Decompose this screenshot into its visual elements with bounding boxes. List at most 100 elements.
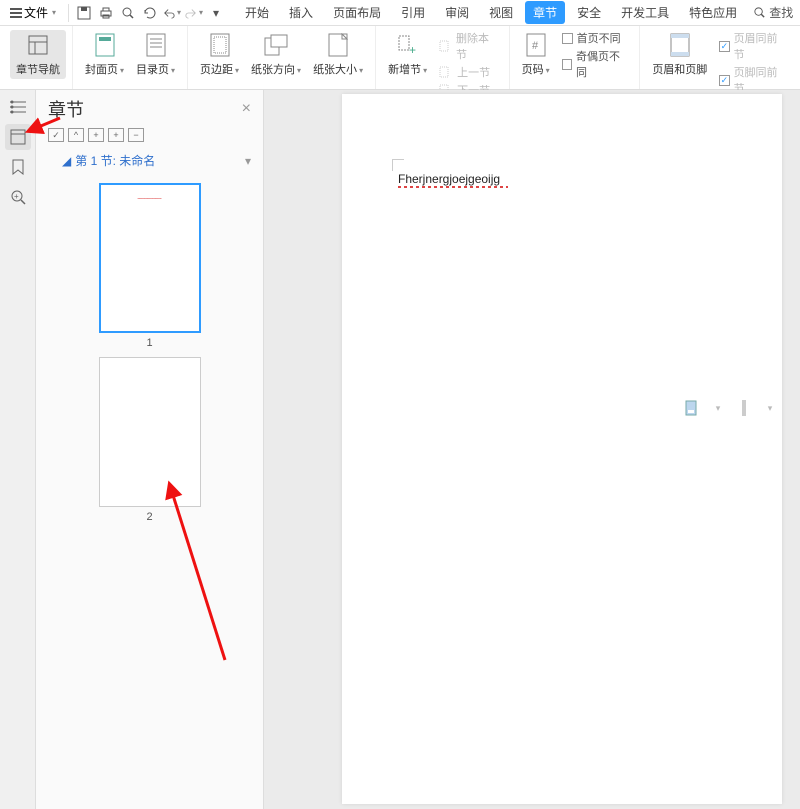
ribbon: 章节导航 封面页▾ 目录页▾ 页边距▾ 纸张方向▾ 纸张大小▾ + 新增节▾ (0, 26, 800, 90)
page-thumbnails: ﹋﹋﹋ 1 2 (36, 173, 263, 533)
sidebar-tool-3[interactable]: + (88, 128, 104, 142)
sidebar-close-button[interactable]: × (242, 100, 251, 118)
page-margin-icon (207, 32, 233, 58)
ribbon-group-headerfooter: 页眉和页脚 ✓页眉同前节 ✓页脚同前节 (640, 26, 796, 89)
prev-section-button[interactable]: 上一节 (439, 64, 497, 80)
tab-developer[interactable]: 开发工具 (613, 1, 677, 24)
ribbon-tabs: 开始 插入 页面布局 引用 审阅 视图 章节 安全 开发工具 特色应用 (237, 1, 745, 24)
floating-toolbar: ▾ ▾ (684, 400, 778, 416)
section-list-item[interactable]: ◢第 1 节: 未命名 ▾ (36, 148, 263, 173)
checkbox-checked-icon: ✓ (719, 41, 729, 52)
search-button[interactable]: 查找 (753, 4, 793, 21)
rail-sections-button[interactable] (5, 124, 31, 150)
menu-bar: 文件 ▾ ▾ ▾ ▾ 开始 插入 页面布局 引用 审阅 视图 章节 安全 开发工… (0, 0, 800, 26)
tab-start[interactable]: 开始 (237, 1, 277, 24)
float-chevron-icon-2[interactable]: ▾ (762, 400, 778, 416)
refresh-icon[interactable] (141, 4, 159, 22)
float-page-icon[interactable] (684, 400, 700, 416)
float-cursor-icon[interactable] (736, 400, 752, 416)
delete-section-button[interactable]: 删除本节 (439, 30, 497, 62)
document-area[interactable]: Fherjnergjoejgeoijg ▾ ▾ (264, 90, 800, 809)
delete-section-icon (439, 40, 452, 52)
sidebar-toolbar: ✓ ^ + + − (36, 126, 263, 148)
sidebar-tool-4[interactable]: + (108, 128, 124, 142)
rail-bookmark-button[interactable] (5, 154, 31, 180)
tab-special[interactable]: 特色应用 (681, 1, 745, 24)
cover-page-button[interactable]: 封面页▾ (79, 30, 130, 79)
page-number-button[interactable]: # 页码▾ (516, 30, 556, 79)
header-same-stack: ✓页眉同前节 ✓页脚同前节 (713, 30, 790, 96)
redo-icon[interactable]: ▾ (185, 4, 203, 22)
document-page[interactable]: Fherjnergjoejgeoijg (342, 94, 782, 804)
header-same-checkbox[interactable]: ✓页眉同前节 (719, 30, 784, 62)
search-icon (753, 6, 766, 19)
checkbox-icon: ✓ (562, 33, 573, 44)
thumbnail-wrap-1: ﹋﹋﹋ 1 (99, 183, 201, 349)
tab-page-layout[interactable]: 页面布局 (325, 1, 389, 24)
section-nav-label: 章节导航 (16, 61, 60, 77)
tab-references[interactable]: 引用 (393, 1, 433, 24)
float-chevron-icon[interactable]: ▾ (710, 400, 726, 416)
ribbon-group-sections: + 新增节▾ 删除本节 上一节 下一节 (376, 26, 510, 89)
checkbox-checked-icon: ✓ (719, 75, 729, 86)
rail-outline-button[interactable] (5, 94, 31, 120)
toc-page-label: 目录页▾ (136, 61, 175, 77)
page-margin-button[interactable]: 页边距▾ (194, 30, 245, 79)
margin-corner-icon (392, 159, 404, 171)
paper-size-button[interactable]: 纸张大小▾ (307, 30, 369, 79)
file-menu-label: 文件 (24, 4, 48, 21)
tab-review[interactable]: 审阅 (437, 1, 477, 24)
tab-insert[interactable]: 插入 (281, 1, 321, 24)
paper-size-label: 纸张大小▾ (313, 61, 363, 77)
svg-text:+: + (14, 192, 19, 201)
checkbox-icon: ✓ (562, 59, 572, 70)
spellcheck-underline (398, 186, 508, 188)
section-nav-button[interactable]: 章节导航 (10, 30, 66, 79)
prev-section-icon (439, 66, 453, 78)
header-footer-button[interactable]: 页眉和页脚 (646, 30, 713, 79)
section-nav-stack: 删除本节 上一节 下一节 (433, 30, 503, 98)
search-label: 查找 (769, 4, 793, 21)
page-number-icon: # (523, 32, 549, 58)
orientation-button[interactable]: 纸张方向▾ (245, 30, 307, 79)
cover-page-icon (92, 32, 118, 58)
sidebar-tool-2[interactable]: ^ (68, 128, 84, 142)
print-icon[interactable] (97, 4, 115, 22)
tab-security[interactable]: 安全 (569, 1, 609, 24)
page-number-label: 页码▾ (522, 61, 550, 77)
sidebar-tool-1[interactable]: ✓ (48, 128, 64, 142)
thumb-page-number: 1 (146, 337, 152, 349)
save-icon[interactable] (75, 4, 93, 22)
qat-more-icon[interactable]: ▾ (207, 4, 225, 22)
thumbnail-wrap-2: 2 (99, 357, 201, 523)
diff-odd-even-checkbox[interactable]: ✓奇偶页不同 (562, 48, 628, 80)
page-diff-stack: ✓首页不同 ✓奇偶页不同 (556, 30, 634, 80)
ribbon-group-page-setup: 页边距▾ 纸张方向▾ 纸张大小▾ (188, 26, 376, 89)
header-footer-icon (667, 32, 693, 58)
document-body-text[interactable]: Fherjnergjoejgeoijg (398, 172, 500, 186)
undo-icon[interactable]: ▾ (163, 4, 181, 22)
diff-first-page-checkbox[interactable]: ✓首页不同 (562, 30, 628, 46)
rail-find-button[interactable]: + (5, 184, 31, 210)
toc-page-button[interactable]: 目录页▾ (130, 30, 181, 79)
sidebar-tool-5[interactable]: − (128, 128, 144, 142)
file-menu[interactable]: 文件 ▾ (4, 2, 62, 23)
print-preview-icon[interactable] (119, 4, 137, 22)
orientation-icon (263, 32, 289, 58)
page-thumbnail-2[interactable] (99, 357, 201, 507)
toc-page-icon (143, 32, 169, 58)
main-area: + 章节 × ✓ ^ + + − ◢第 1 节: 未命名 ▾ ﹋﹋﹋ 1 (0, 90, 800, 809)
tab-section[interactable]: 章节 (525, 1, 565, 24)
page-thumbnail-1[interactable]: ﹋﹋﹋ (99, 183, 201, 333)
header-footer-label: 页眉和页脚 (652, 61, 707, 77)
thumb-page-number: 2 (146, 511, 152, 523)
quick-access-toolbar: ▾ ▾ ▾ (68, 4, 225, 22)
tab-view[interactable]: 视图 (481, 1, 521, 24)
cover-page-label: 封面页▾ (85, 61, 124, 77)
section-dropdown-icon[interactable]: ▾ (245, 154, 251, 168)
new-section-icon: + (395, 32, 421, 58)
section-sidebar: 章节 × ✓ ^ + + − ◢第 1 节: 未命名 ▾ ﹋﹋﹋ 1 2 (36, 90, 264, 809)
new-section-button[interactable]: + 新增节▾ (382, 30, 433, 79)
hamburger-icon (10, 8, 22, 18)
new-section-label: 新增节▾ (388, 61, 427, 77)
